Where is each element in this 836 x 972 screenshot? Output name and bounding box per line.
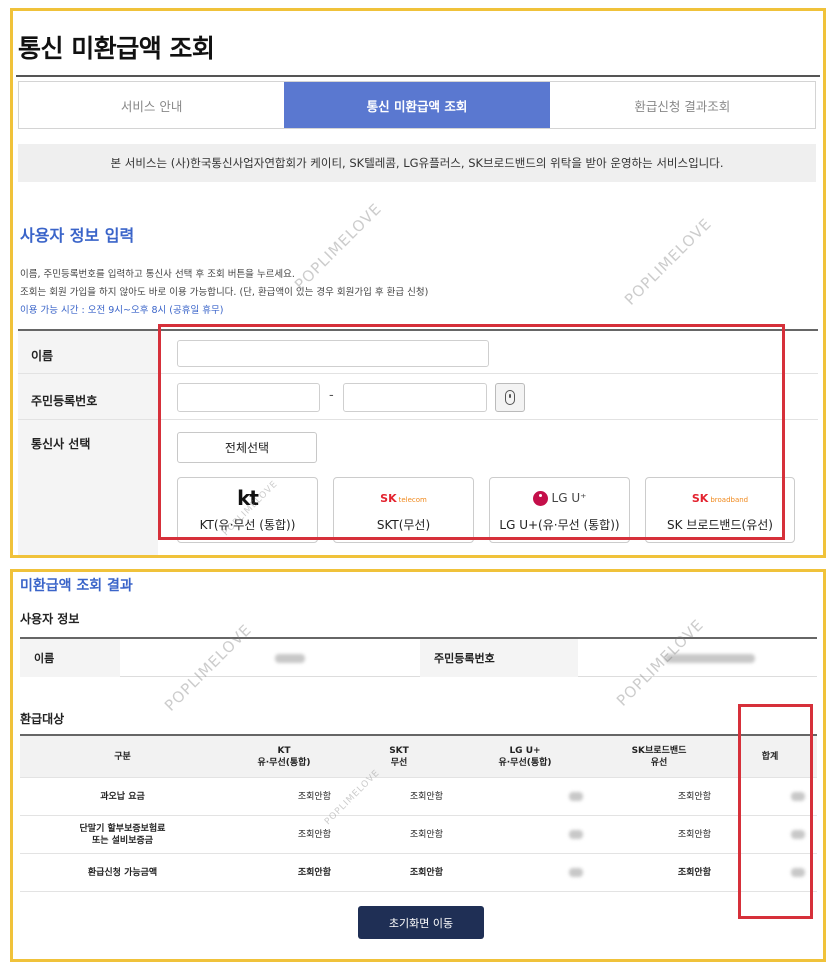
tab-refund-query[interactable]: 통신 미환급액 조회	[284, 82, 550, 128]
carrier-label-skt: SKT(무선)	[376, 518, 431, 532]
service-hours-text: 이용 가능 시간 : 오전 9시~오후 8시 (공휴일 휴무)	[20, 305, 224, 316]
virtual-keypad-button[interactable]	[495, 383, 525, 412]
instruction-text: 이름, 주민등록번호를 입력하고 통신사 선택 후 조회 버튼을 누르세요.	[20, 269, 295, 280]
carrier-label-lgu: LG U+(유·무선 (통합))	[499, 518, 620, 532]
table-row: 단말기 할부보증보험료 또는 설비보증금 조회안함 조회안함 조회안함	[20, 816, 817, 854]
table-cell	[723, 854, 817, 891]
lg-uplus-logo: LG U⁺	[490, 487, 629, 509]
refund-target-title: 환급대상	[20, 712, 65, 726]
name-label: 이름	[31, 349, 54, 363]
user-info-title: 사용자 정보	[20, 612, 80, 626]
table-cell	[723, 816, 817, 853]
carrier-label-sk-broadband: SK 브로드밴드(유선)	[667, 518, 773, 532]
table-cell: 조회안함	[297, 791, 331, 802]
service-notice: 본 서비스는 (사)한국통신사업자연합회가 케이티, SK텔레콤, LG유플러스…	[18, 144, 816, 182]
lg-logo-icon	[532, 490, 548, 506]
column-header: SK브로드밴드 유선	[631, 745, 687, 768]
table-cell: 조회안함	[297, 867, 331, 878]
table-header-row: 구분 KT 유·무선(통합) SKT 무선 LG U+ 유·무선(통합) SK브로드밴…	[20, 736, 817, 778]
tab-refund-result[interactable]: 환급신청 결과조회	[549, 82, 815, 128]
table-row: 과오납 요금 조회안함 조회안함 조회안함	[20, 778, 817, 816]
table-row-total: 환급신청 가능금액 조회안함 조회안함 조회안함	[20, 854, 817, 892]
table-cell	[455, 854, 595, 891]
reset-button[interactable]: 초기화면 이동	[358, 906, 484, 939]
column-header: KT 유·무선(통합)	[257, 745, 311, 768]
info-name-label: 이름	[20, 639, 120, 677]
watermark-text: POPLIMELOVE	[621, 214, 716, 309]
row-label: 단말기 할부보증보험료 또는 설비보증금	[79, 823, 166, 846]
instruction-text: 조회는 회원 가입을 하지 않아도 바로 이용 가능합니다. (단, 환급액이 …	[20, 287, 429, 298]
sk-telecom-logo: SK telecom	[380, 491, 427, 505]
carrier-card-skt[interactable]: SK telecom SKT(무선)	[333, 477, 474, 543]
row-divider	[18, 419, 818, 420]
table-cell	[455, 816, 595, 853]
tab-bar: 서비스 안내 통신 미환급액 조회 환급신청 결과조회	[18, 81, 816, 129]
watermark-text: POPLIMELOVE	[291, 199, 386, 294]
carrier-label: 통신사 선택	[31, 437, 91, 451]
name-input[interactable]	[177, 340, 489, 367]
refund-table: 구분 KT 유·무선(통합) SKT 무선 LG U+ 유·무선(통합) SK브로드밴…	[20, 734, 817, 892]
result-title: 미환급액 조회 결과	[20, 578, 133, 594]
table-cell	[455, 778, 595, 815]
table-cell	[723, 778, 817, 815]
rrn-front-input[interactable]	[177, 383, 320, 412]
column-header: 합계	[761, 751, 779, 762]
mouse-icon	[505, 390, 515, 405]
carrier-card-lgu[interactable]: LG U⁺ LG U+(유·무선 (통합))	[489, 477, 630, 543]
row-label: 환급신청 가능금액	[87, 867, 158, 878]
tab-service-info[interactable]: 서비스 안내	[19, 82, 285, 128]
column-header: 구분	[114, 751, 131, 762]
row-label: 과오납 요금	[100, 791, 145, 802]
select-all-button[interactable]: 전체선택	[177, 432, 317, 463]
user-input-title: 사용자 정보 입력	[20, 226, 135, 245]
column-header: SKT 무선	[389, 745, 409, 768]
table-cell: 조회안함	[677, 829, 711, 840]
sk-broadband-logo: SK broadband	[691, 491, 749, 505]
info-rrn-label: 주민등록번호	[420, 639, 578, 677]
table-cell: 조회안함	[677, 791, 711, 802]
table-cell: 조회안함	[409, 829, 443, 840]
table-cell: 조회안함	[677, 867, 711, 878]
page-title: 통신 미환급액 조회	[18, 34, 215, 63]
query-panel: 통신 미환급액 조회 서비스 안내 통신 미환급액 조회 환급신청 결과조회 본…	[10, 8, 826, 558]
table-cell: 조회안함	[409, 867, 443, 878]
column-header: LG U+ 유·무선(통합)	[498, 745, 552, 768]
row-divider	[18, 373, 818, 374]
rrn-back-input[interactable]	[343, 383, 487, 412]
result-panel: 미환급액 조회 결과 사용자 정보 이름 주민등록번호 환급대상 구분 KT 유·…	[10, 569, 826, 962]
carrier-card-sk-broadband[interactable]: SK broadband SK 브로드밴드(유선)	[645, 477, 795, 543]
rrn-label: 주민등록번호	[31, 394, 98, 408]
info-name-value	[275, 639, 305, 677]
user-info-table: 이름 주민등록번호	[20, 637, 817, 677]
title-divider	[16, 75, 820, 77]
rrn-separator: -	[329, 388, 334, 403]
